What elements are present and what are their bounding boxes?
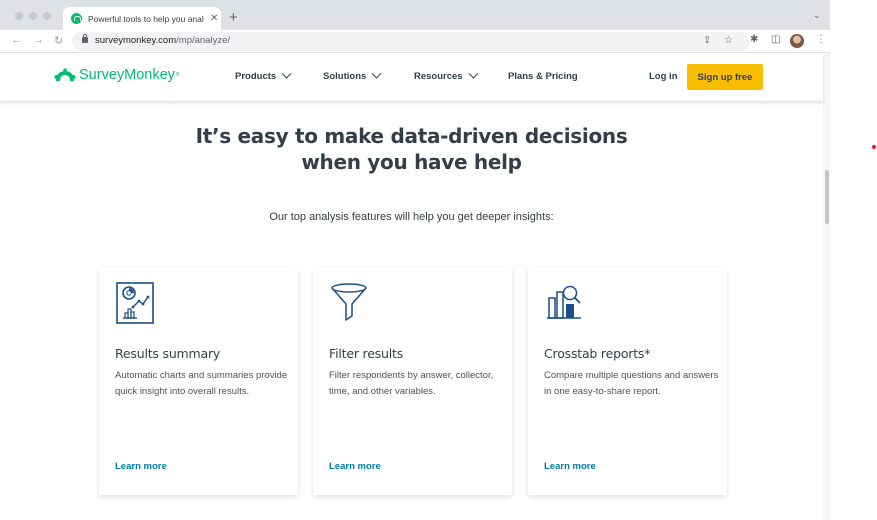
site-header: SurveyMonkey ® Products Solutions Resourc… (0, 54, 823, 101)
tab-close-icon[interactable]: ✕ (210, 13, 218, 24)
headline-line-2: when you have help (301, 150, 522, 174)
cursor-indicator-dot (872, 145, 876, 149)
window-maximize-button[interactable] (43, 12, 51, 20)
browser-window: Powerful tools to help you anal ✕ + ⌄ ← … (0, 0, 830, 520)
browser-tab-active[interactable]: Powerful tools to help you anal ✕ (63, 7, 221, 30)
page-scrollbar-thumb[interactable] (825, 170, 829, 224)
feature-card-crosstab-reports: Crosstab reports* Compare multiple quest… (528, 268, 727, 495)
tab-bar: Powerful tools to help you anal ✕ + ⌄ (0, 0, 830, 30)
nav-resources-label: Resources (414, 71, 463, 82)
url-text[interactable]: surveymonkey.com/mp/analyze/ (95, 35, 230, 46)
url-path: /mp/analyze/ (176, 35, 231, 46)
feature-card-results-summary: Results summary Automatic charts and sum… (99, 268, 298, 495)
learn-more-link[interactable]: Learn more (544, 461, 596, 472)
url-domain: surveymonkey.com (95, 35, 177, 46)
learn-more-link[interactable]: Learn more (115, 461, 167, 472)
profile-avatar[interactable] (790, 34, 804, 48)
chevron-down-icon (281, 68, 292, 79)
login-link[interactable]: Log in (649, 71, 678, 82)
crosstab-chart-icon (547, 285, 581, 319)
card-title: Crosstab reports* (544, 346, 651, 361)
bookmark-star-icon[interactable]: ☆ (724, 35, 733, 46)
window-close-button[interactable] (15, 12, 23, 20)
browser-toolbar: ← → ↻ surveymonkey.com/mp/analyze/ ⇪ ☆ ✱… (0, 30, 830, 53)
tab-search-chevron-icon[interactable]: ⌄ (813, 10, 821, 21)
window-minimize-button[interactable] (29, 12, 37, 20)
share-icon[interactable]: ⇪ (703, 35, 711, 46)
new-tab-button[interactable]: + (229, 9, 238, 26)
page-subheading: Our top analysis features will help you … (269, 211, 554, 223)
card-title: Results summary (115, 346, 221, 361)
nav-solutions[interactable]: Solutions (323, 68, 382, 82)
chevron-down-icon (371, 68, 382, 79)
surveymonkey-favicon-icon (71, 13, 82, 24)
nav-plans-pricing-label: Plans & Pricing (508, 71, 578, 82)
card-title: Filter results (329, 346, 404, 361)
nav-resources[interactable]: Resources (414, 68, 479, 82)
logo-trademark: ® (175, 72, 180, 78)
surveymonkey-logo[interactable]: SurveyMonkey ® (54, 67, 180, 83)
feature-card-filter-results: Filter results Filter respondents by ans… (313, 268, 512, 495)
back-button[interactable]: ← (11, 34, 22, 46)
logo-text: SurveyMonkey (79, 67, 175, 83)
page-scrollbar-track[interactable] (823, 54, 830, 520)
learn-more-link[interactable]: Learn more (329, 461, 381, 472)
nav-products[interactable]: Products (235, 68, 292, 82)
side-panel-icon[interactable]: ◫ (771, 34, 780, 45)
lock-icon (82, 34, 88, 43)
tab-title: Powerful tools to help you anal (88, 13, 204, 24)
page-headline: It’s easy to make data-driven decisions … (0, 123, 823, 175)
chevron-down-icon (468, 68, 479, 79)
browser-menu-icon[interactable]: ⋮ (816, 34, 826, 45)
nav-products-label: Products (235, 71, 277, 82)
nav-solutions-label: Solutions (323, 71, 367, 82)
address-bar[interactable]: surveymonkey.com/mp/analyze/ ⇪ ☆ (72, 32, 750, 51)
reload-button[interactable]: ↻ (54, 34, 63, 47)
card-description: Filter respondents by answer, collector,… (329, 370, 494, 397)
card-description: Compare multiple questions and answers i… (544, 370, 719, 397)
card-description: Automatic charts and summaries provide q… (115, 370, 288, 397)
forward-button[interactable]: → (33, 34, 44, 46)
extensions-puzzle-icon[interactable]: ✱ (750, 34, 758, 45)
headline-line-1: It’s easy to make data-driven decisions (195, 124, 628, 148)
main-content: It’s easy to make data-driven decisions … (0, 101, 823, 520)
signup-button[interactable]: Sign up free (687, 64, 763, 90)
monkey-logo-icon (54, 68, 76, 81)
nav-plans-pricing[interactable]: Plans & Pricing (508, 71, 578, 82)
filter-funnel-icon (331, 283, 367, 321)
results-summary-icon (116, 282, 154, 324)
